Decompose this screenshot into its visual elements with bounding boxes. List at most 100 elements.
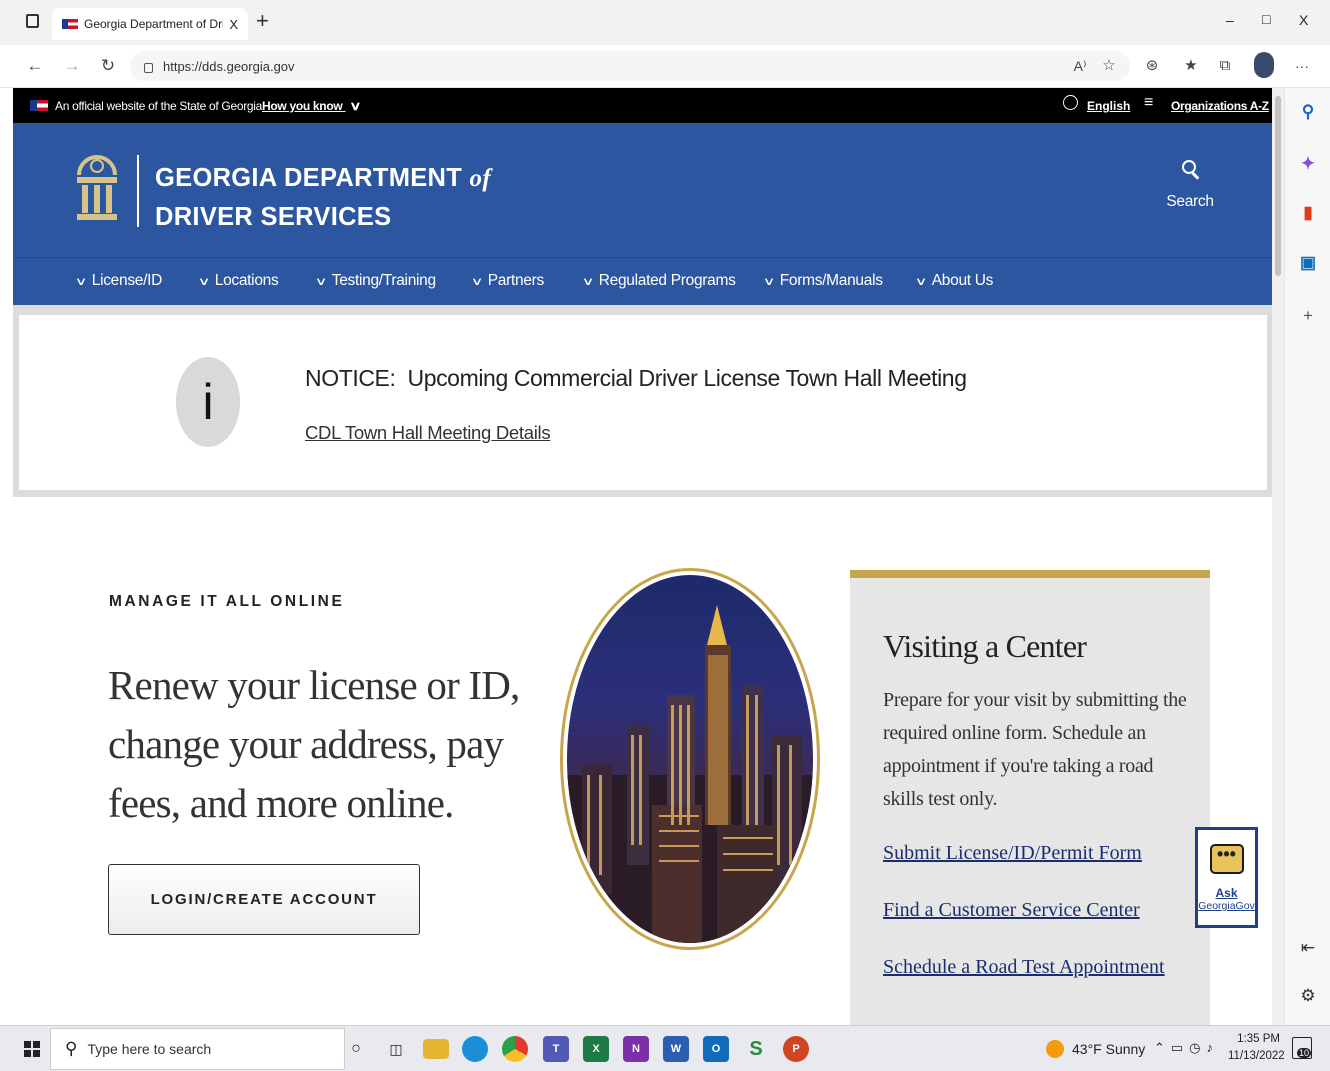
excel-icon[interactable]: X (583, 1036, 609, 1062)
favorite-icon[interactable]: ☆ (1097, 55, 1121, 77)
skyline-graphic (567, 605, 813, 943)
nav-item-about-us[interactable]: ∨ About Us (914, 272, 994, 290)
extensions-icon[interactable]: ⊛ (1140, 55, 1164, 77)
address-bar[interactable]: https://dds.georgia.gov (130, 51, 1130, 81)
profile-icon[interactable] (1254, 52, 1274, 78)
forward-arrow-icon[interactable]: → (60, 55, 84, 77)
tray-icons[interactable]: ⌃▭◷♪ (1154, 1040, 1219, 1056)
close-window-button[interactable]: X (1299, 12, 1308, 28)
official-text: An official website of the State of Geor… (55, 99, 266, 113)
chevron-down-icon: ∨ (914, 276, 928, 288)
settings-icon[interactable]: ⚙ (1285, 986, 1330, 1006)
tab-close-icon[interactable]: X (229, 17, 248, 32)
georgia-seal-logo[interactable] (75, 151, 119, 227)
nav-label: About Us (931, 272, 994, 289)
site-header: GEORGIA DEPARTMENT of DRIVER SERVICES Se… (13, 123, 1272, 257)
sidebar-panel-icon[interactable]: ⇤ (1285, 938, 1330, 958)
official-banner: An official website of the State of Geor… (13, 88, 1272, 123)
visit-body-line: skills test only. (883, 788, 998, 810)
how-you-know-link[interactable]: How you know ∨ (262, 99, 362, 113)
taskbar-search-box[interactable]: ⚲ Type here to search (50, 1028, 345, 1070)
word-icon[interactable]: W (663, 1036, 689, 1062)
outlook-icon[interactable]: ▣ (1285, 253, 1330, 273)
nav-item-partners[interactable]: ∨ Partners (471, 272, 545, 290)
chrome-icon[interactable] (502, 1036, 528, 1062)
search-icon[interactable]: ⚲ (1285, 102, 1330, 122)
manage-headline: Renew your license or ID, change your ad… (108, 656, 520, 833)
globe-icon (1063, 95, 1078, 110)
windows-start-icon[interactable] (24, 1041, 40, 1057)
outlook-icon[interactable]: O (703, 1036, 729, 1062)
headline-line-3: fees, and more online. (108, 780, 454, 826)
header-divider (137, 155, 139, 227)
powerpoint-icon[interactable]: P (783, 1036, 809, 1062)
search-button[interactable]: Search (1161, 159, 1219, 211)
weather-widget[interactable]: 43°F Sunny (1046, 1040, 1145, 1058)
search-icon (1181, 159, 1200, 181)
page-scrollbar[interactable] (1272, 88, 1284, 1025)
windows-taskbar: ⚲ Type here to search ○ ◫ T X N W O S P … (0, 1025, 1330, 1071)
title-of: of (469, 165, 491, 192)
cdl-town-hall-link[interactable]: CDL Town Hall Meeting Details (305, 422, 551, 444)
us-flag-icon (30, 100, 48, 111)
back-arrow-icon[interactable]: ← (23, 55, 47, 77)
discover-icon[interactable]: ✦ (1285, 154, 1330, 174)
minimize-button[interactable]: – (1226, 12, 1234, 28)
organizations-link[interactable]: Organizations A-Z (1171, 99, 1269, 113)
nav-item-license-id[interactable]: ∨ License/ID (75, 272, 163, 290)
app-s-icon[interactable]: S (743, 1036, 769, 1062)
office-icon[interactable]: ▮ (1285, 203, 1330, 223)
browser-tab[interactable]: Georgia Department of Driver Se X (52, 8, 248, 40)
find-service-center-link[interactable]: Find a Customer Service Center (883, 899, 1140, 922)
nav-item-regulated-programs[interactable]: ∨ Regulated Programs (582, 272, 736, 290)
title-line-2: DRIVER SERVICES (155, 203, 392, 231)
schedule-road-test-link[interactable]: Schedule a Road Test Appointment (883, 956, 1165, 979)
edge-sidebar: ⚲ ✦ ▮ ▣ + ⇤ ⚙ (1284, 88, 1330, 1025)
ask-label: Ask (1215, 886, 1238, 900)
url-text: https://dds.georgia.gov (163, 58, 295, 74)
visit-body-line: Prepare for your visit by submitting the (883, 689, 1187, 711)
restore-button[interactable]: □ (1262, 11, 1270, 27)
tab-actions-icon[interactable] (26, 14, 39, 28)
login-create-account-button[interactable]: LOGIN/CREATE ACCOUNT (108, 864, 420, 935)
new-tab-button[interactable]: + (256, 8, 269, 34)
onenote-icon[interactable]: N (623, 1036, 649, 1062)
nav-label: Locations (214, 272, 279, 289)
visit-title: Visiting a Center (883, 628, 1087, 664)
chevron-down-icon: ∨ (762, 276, 776, 288)
nav-label: License/ID (91, 272, 163, 289)
site-title[interactable]: GEORGIA DEPARTMENT of DRIVER SERVICES (155, 159, 491, 237)
file-explorer-icon[interactable] (423, 1039, 449, 1059)
submit-form-link[interactable]: Submit License/ID/Permit Form (883, 842, 1142, 865)
sun-icon (1046, 1040, 1064, 1058)
manage-eyebrow: MANAGE IT ALL ONLINE (109, 593, 345, 610)
notification-center-icon[interactable]: 10 (1292, 1037, 1312, 1059)
clock[interactable]: 1:35 PM 11/13/2022 (1228, 1031, 1285, 1065)
task-view-icon[interactable]: ◫ (383, 1036, 409, 1062)
nav-item-forms-manuals[interactable]: ∨ Forms/Manuals (762, 272, 883, 290)
tab-title: Georgia Department of Driver Se (84, 17, 224, 31)
ask-georgiagov-button[interactable]: ••• Ask GeorgiaGov (1195, 827, 1258, 928)
favorites-icon[interactable]: ★ (1179, 55, 1203, 77)
how-you-know-label: How you know (262, 99, 343, 113)
notice-heading: NOTICE: Upcoming Commercial Driver Licens… (305, 365, 967, 392)
nav-item-testing-training[interactable]: ∨ Testing/Training (315, 272, 436, 290)
weather-text: 43°F Sunny (1072, 1041, 1146, 1057)
nav-label: Testing/Training (331, 272, 436, 289)
cortana-icon[interactable]: ○ (343, 1036, 369, 1062)
read-aloud-icon[interactable]: A⁾ (1068, 55, 1092, 77)
refresh-icon[interactable]: ↻ (96, 55, 120, 77)
language-link[interactable]: English (1087, 99, 1130, 113)
nav-item-locations[interactable]: ∨ Locations (197, 272, 279, 290)
add-icon[interactable]: + (1285, 306, 1330, 326)
teams-icon[interactable]: T (543, 1036, 569, 1062)
collections-icon[interactable]: ⧉ (1213, 55, 1237, 77)
scrollbar-thumb[interactable] (1275, 96, 1281, 276)
chevron-down-icon: ∨ (197, 276, 211, 288)
clock-time: 1:35 PM (1237, 1033, 1280, 1045)
notice-title: Upcoming Commercial Driver License Town … (407, 365, 967, 391)
more-icon[interactable]: ··· (1290, 55, 1314, 77)
taskbar-search-placeholder: Type here to search (87, 1041, 212, 1057)
main-navigation: ∨ License/ID ∨ Locations ∨ Testing/Training… (13, 257, 1272, 305)
edge-icon[interactable] (462, 1036, 488, 1062)
